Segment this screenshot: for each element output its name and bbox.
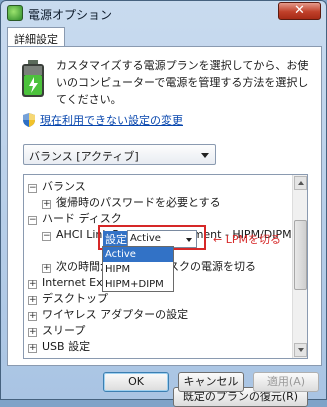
- setting-dropdown-list: Active HIPM HIPM+DIPM: [102, 246, 174, 292]
- tree-item-label: スリープ: [42, 324, 86, 337]
- collapse-icon[interactable]: −: [28, 184, 37, 193]
- expand-icon[interactable]: +: [42, 200, 51, 209]
- description-text: カスタマイズする電源プランを選択してから、お使いのコンピューターで電源を管理する…: [56, 59, 309, 106]
- expand-icon[interactable]: +: [42, 264, 51, 273]
- power-plan-select[interactable]: バランス [アクティブ]: [23, 144, 216, 165]
- power-options-icon: [7, 5, 23, 21]
- cancel-button[interactable]: キャンセル: [178, 372, 244, 392]
- tree-item-label: バランス: [42, 180, 86, 193]
- tree-item-usb[interactable]: + USB 設定: [28, 339, 90, 354]
- title-bar: 電源オプション ✕: [1, 1, 326, 25]
- power-plan-select-value: バランス [アクティブ]: [29, 150, 139, 163]
- scroll-down-icon[interactable]: [294, 343, 307, 357]
- tree-item-label: ハード ディスク: [42, 212, 122, 225]
- tree-item-wake-password[interactable]: + 復帰時のパスワードを必要とする: [42, 195, 221, 210]
- scroll-up-icon[interactable]: [294, 176, 307, 190]
- tree-item-label: Internet Exp: [42, 276, 110, 289]
- advanced-settings-panel: カスタマイズする電源プランを選択してから、お使いのコンピューターで電源を管理する…: [7, 46, 322, 407]
- tree-item-desktop[interactable]: + デスクトップ: [28, 291, 108, 306]
- close-button[interactable]: ✕: [278, 2, 321, 20]
- uac-shield-icon: [23, 113, 35, 127]
- tab-strip: 詳細設定: [7, 27, 322, 47]
- dropdown-option-active[interactable]: Active: [103, 247, 173, 262]
- tree-item-label: デスクトップ: [42, 292, 108, 305]
- tree-item-label: ワイヤレス アダプターの設定: [42, 308, 189, 321]
- tree-item-balance[interactable]: − バランス: [28, 179, 86, 194]
- dropdown-option-hipm-dipm[interactable]: HIPM+DIPM: [103, 277, 173, 292]
- dropdown-option-hipm[interactable]: HIPM: [103, 262, 173, 277]
- expand-icon[interactable]: +: [28, 296, 37, 305]
- tree-item-internet-explorer[interactable]: + Internet Exp: [28, 275, 110, 290]
- tree-item-label: 復帰時のパスワードを必要とする: [56, 196, 221, 209]
- tree-item-wireless-adapter[interactable]: + ワイヤレス アダプターの設定: [28, 307, 188, 322]
- expand-icon[interactable]: +: [28, 280, 37, 289]
- expand-icon[interactable]: +: [28, 312, 37, 321]
- change-unavailable-settings-link[interactable]: 現在利用できない設定の変更: [40, 112, 183, 128]
- tree-item-label: USB 設定: [42, 340, 91, 353]
- expand-icon[interactable]: +: [28, 344, 37, 353]
- tab-advanced-settings[interactable]: 詳細設定: [7, 27, 65, 47]
- collapse-icon[interactable]: −: [42, 232, 51, 241]
- scroll-thumb[interactable]: [294, 220, 307, 290]
- tree-item-sleep[interactable]: + スリープ: [28, 323, 85, 338]
- annotation-text: ← LPMを切る: [213, 233, 281, 246]
- apply-button[interactable]: 適用(A): [253, 372, 319, 392]
- tree-item-hard-disk[interactable]: − ハード ディスク: [28, 211, 122, 226]
- chevron-down-icon: [201, 153, 209, 158]
- collapse-icon[interactable]: −: [28, 216, 37, 225]
- battery-icon: [22, 60, 44, 97]
- expand-icon[interactable]: +: [28, 328, 37, 337]
- ok-button[interactable]: OK: [103, 372, 169, 392]
- window-title: 電源オプション: [28, 8, 113, 22]
- power-options-window: 電源オプション ✕ 詳細設定 カスタマイズする電源プランを選択してから、お使いの…: [0, 0, 327, 407]
- vertical-scrollbar[interactable]: [292, 175, 307, 358]
